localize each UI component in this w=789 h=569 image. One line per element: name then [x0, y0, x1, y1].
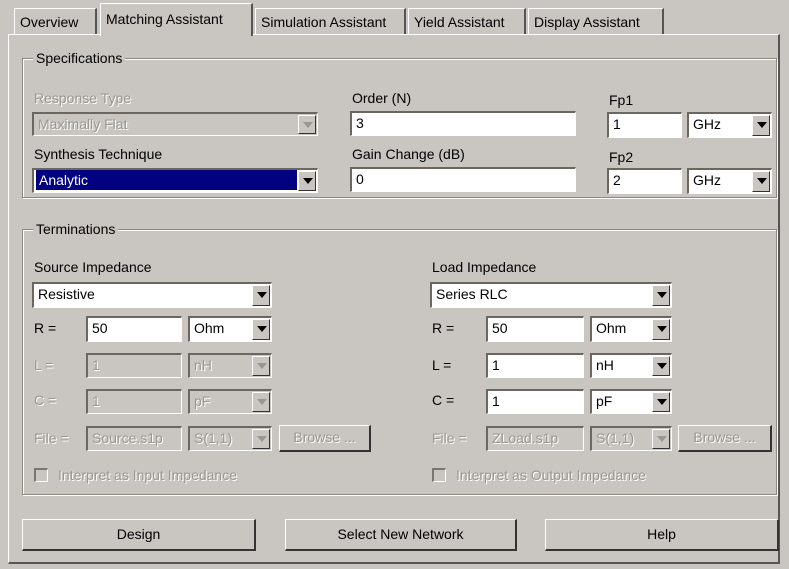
interpret-output-checkbox [432, 468, 446, 482]
response-type-label: Response Type [34, 90, 132, 106]
load-type-value: Series RLC [436, 286, 508, 302]
fp1-input[interactable]: 1 [607, 112, 682, 138]
source-file-input: Source.s1p [86, 426, 182, 451]
source-l-input: 1 [86, 353, 182, 378]
order-label: Order (N) [352, 90, 412, 106]
load-file-input: ZLoad.s1p [486, 426, 584, 451]
chevron-down-icon [298, 115, 316, 134]
load-l-unit-select[interactable]: nH [590, 353, 672, 378]
synthesis-technique-label: Synthesis Technique [34, 146, 163, 162]
source-param-value: S(1,1) [194, 430, 233, 446]
source-l-label: L = [34, 357, 54, 373]
load-c-unit-value: pF [596, 393, 613, 409]
load-r-unit-value: Ohm [596, 320, 627, 336]
load-param-select: S(1,1) [590, 426, 672, 451]
response-type-value: Maximally Flat [38, 116, 128, 132]
source-c-unit-select: pF [188, 389, 272, 414]
load-c-input[interactable]: 1 [486, 389, 584, 414]
source-l-unit-value: nH [194, 357, 212, 373]
chevron-down-icon[interactable] [752, 115, 770, 136]
source-c-unit-value: pF [194, 393, 211, 409]
chevron-down-icon[interactable] [752, 171, 770, 192]
source-r-input[interactable]: 50 [86, 316, 182, 342]
load-l-unit-value: nH [596, 357, 614, 373]
chevron-down-icon[interactable] [652, 319, 670, 340]
source-browse-button: Browse ... [279, 425, 371, 452]
interpret-input-label: Interpret as Input Impedance [58, 467, 237, 483]
source-l-unit-select: nH [188, 353, 272, 378]
interpret-output-label: Interpret as Output Impedance [456, 467, 646, 483]
terminations-legend: Terminations [33, 221, 119, 237]
load-l-input[interactable]: 1 [486, 353, 584, 378]
specifications-legend: Specifications [33, 50, 126, 66]
tab-simulation-assistant[interactable]: Simulation Assistant [255, 8, 406, 34]
chevron-down-icon [652, 429, 670, 449]
select-new-network-button[interactable]: Select New Network [285, 519, 517, 551]
load-r-unit-select[interactable]: Ohm [590, 316, 672, 342]
source-r-unit-value: Ohm [194, 320, 225, 336]
source-c-label: C = [34, 392, 57, 408]
fp1-label: Fp1 [609, 92, 634, 108]
source-param-select: S(1,1) [188, 426, 272, 451]
chevron-down-icon [252, 356, 270, 376]
chevron-down-icon[interactable] [652, 392, 670, 412]
load-type-select[interactable]: Series RLC [430, 282, 672, 308]
tab-matching-assistant[interactable]: Matching Assistant [100, 3, 253, 36]
fp2-unit-select[interactable]: GHz [687, 168, 772, 194]
order-input[interactable]: 3 [350, 111, 576, 136]
chevron-down-icon [252, 429, 270, 449]
source-c-input: 1 [86, 389, 182, 414]
load-file-label: File = [432, 430, 467, 446]
tab-overview[interactable]: Overview [14, 8, 97, 34]
load-browse-button: Browse ... [678, 425, 772, 452]
response-type-select: Maximally Flat [32, 112, 318, 136]
load-c-label: C = [432, 392, 455, 408]
synthesis-technique-value: Analytic [36, 170, 297, 190]
chevron-down-icon[interactable] [252, 285, 270, 306]
gain-change-label: Gain Change (dB) [352, 146, 465, 162]
interpret-input-checkbox [34, 468, 48, 482]
load-param-value: S(1,1) [596, 430, 635, 446]
load-c-unit-select[interactable]: pF [590, 389, 672, 414]
load-r-label: R = [432, 320, 455, 336]
source-r-unit-select[interactable]: Ohm [188, 316, 272, 342]
gain-change-input[interactable]: 0 [350, 167, 576, 192]
chevron-down-icon[interactable] [252, 319, 270, 340]
source-file-label: File = [34, 430, 69, 446]
fp2-input[interactable]: 2 [607, 168, 682, 194]
source-type-select[interactable]: Resistive [32, 282, 272, 308]
chevron-down-icon [252, 392, 270, 412]
chevron-down-icon[interactable] [652, 356, 670, 376]
load-l-label: L = [432, 357, 452, 373]
help-button[interactable]: Help [545, 519, 779, 551]
design-button[interactable]: Design [22, 519, 256, 551]
source-r-label: R = [34, 320, 57, 336]
fp2-unit-value: GHz [693, 172, 721, 188]
chevron-down-icon[interactable] [298, 171, 316, 191]
source-impedance-label: Source Impedance [34, 259, 152, 275]
source-type-value: Resistive [38, 286, 95, 302]
chevron-down-icon[interactable] [652, 285, 670, 306]
tab-yield-assistant[interactable]: Yield Assistant [408, 8, 526, 34]
load-r-input[interactable]: 50 [486, 316, 584, 342]
fp1-unit-value: GHz [693, 116, 721, 132]
tab-display-assistant[interactable]: Display Assistant [528, 8, 664, 34]
load-impedance-label: Load Impedance [432, 259, 537, 275]
fp2-label: Fp2 [609, 149, 634, 165]
synthesis-technique-select[interactable]: Analytic [32, 168, 318, 193]
tab-bar: Overview Matching Assistant Simulation A… [0, 0, 789, 36]
fp1-unit-select[interactable]: GHz [687, 112, 772, 138]
